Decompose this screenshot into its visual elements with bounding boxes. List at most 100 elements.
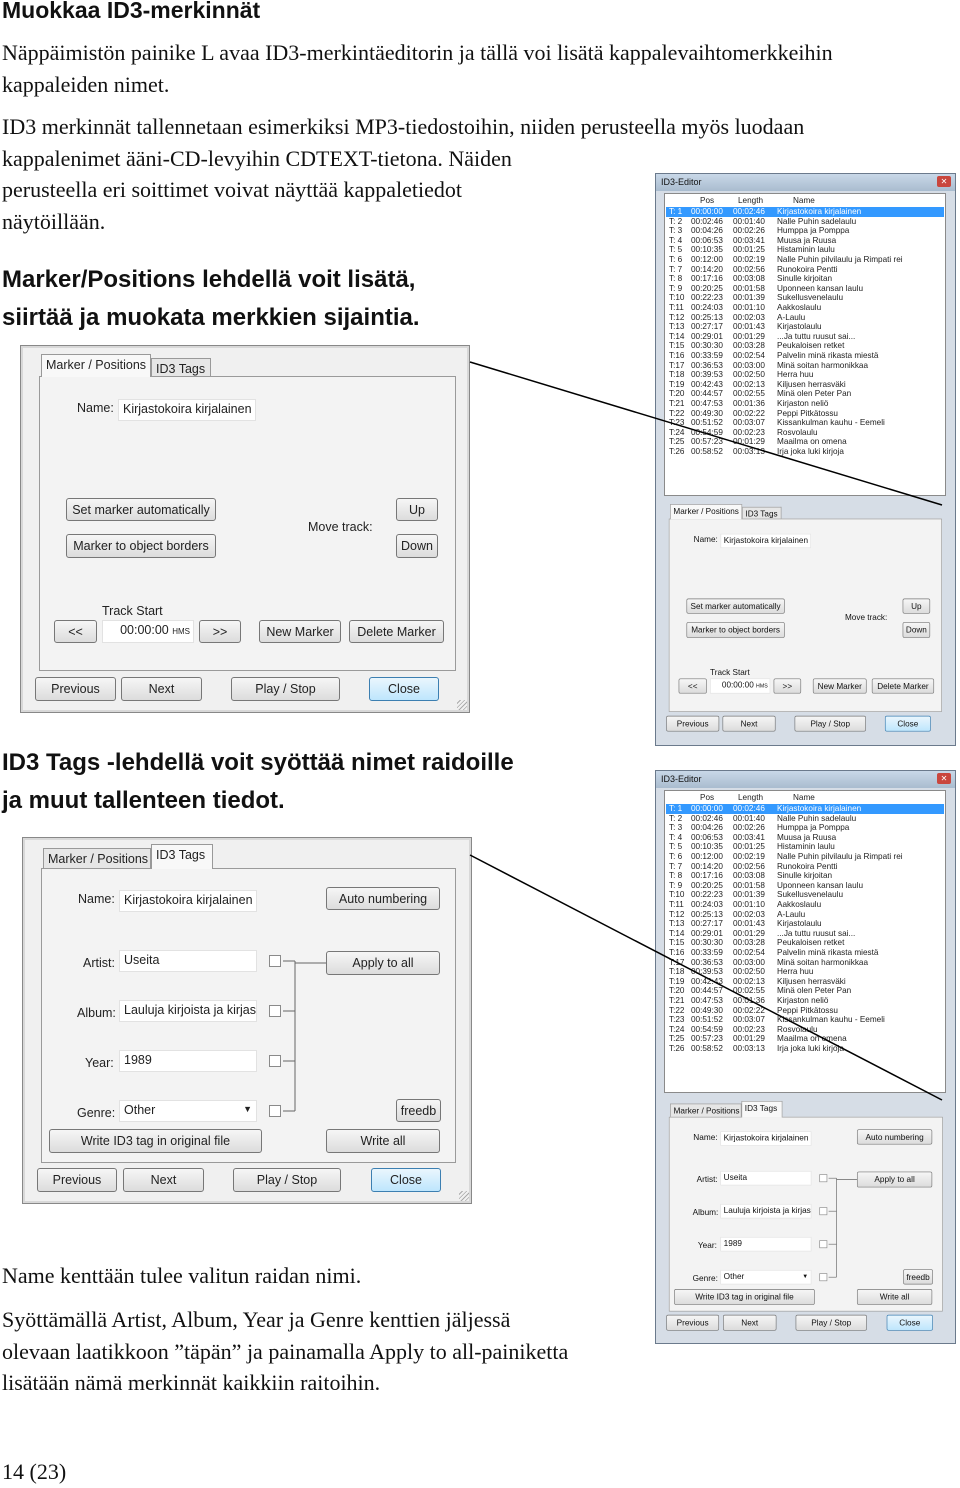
- tab-id3-tags[interactable]: ID3 Tags: [151, 358, 211, 377]
- track-row[interactable]: T:19 00:42:43 00:02:13 Kiljusen herrasväki: [666, 977, 944, 987]
- move-down-button[interactable]: Down: [902, 622, 931, 638]
- year-apply-checkbox[interactable]: [269, 1055, 281, 1067]
- track-row[interactable]: T:21 00:47:53 00:01:36 Kirjaston neliö: [666, 399, 944, 409]
- apply-to-all-button[interactable]: Apply to all: [856, 1171, 933, 1188]
- column-header-pos[interactable]: Pos: [700, 793, 714, 803]
- year-input[interactable]: 1989: [119, 1050, 257, 1072]
- track-row[interactable]: T: 6 00:12:00 00:02:19 Nalle Puhin pilvilau…: [666, 255, 944, 265]
- freedb-button[interactable]: freedb: [396, 1099, 441, 1122]
- close-icon[interactable]: ✕: [937, 773, 951, 784]
- column-header-name[interactable]: Name: [793, 793, 815, 803]
- next-marker-button[interactable]: >>: [199, 620, 241, 643]
- previous-button[interactable]: Previous: [35, 677, 116, 701]
- track-start-input[interactable]: 00:00:00 HMS: [102, 620, 194, 643]
- track-row[interactable]: T:12 00:25:13 00:02:03 A-Laulu: [666, 910, 944, 920]
- track-row[interactable]: T:24 00:54:59 00:02:23 Rosvolaulu: [666, 428, 944, 438]
- track-row[interactable]: T:20 00:44:57 00:02:55 Minä olen Peter Pan: [666, 389, 944, 399]
- next-button[interactable]: Next: [722, 715, 776, 732]
- track-row[interactable]: T: 7 00:14:20 00:02:56 Runokoira Pentti: [666, 265, 944, 275]
- artist-input[interactable]: Useita: [720, 1170, 812, 1186]
- track-row[interactable]: T:10 00:22:23 00:01:39 Sukellusvenelaulu: [666, 293, 944, 303]
- name-input[interactable]: Kirjastokoira kirjalainen: [720, 533, 811, 549]
- album-input[interactable]: Lauluja kirjoista ja kirjasto: [119, 1000, 257, 1022]
- close-button[interactable]: Close: [369, 677, 439, 701]
- genre-select[interactable]: Other ▼: [119, 1100, 257, 1122]
- close-button[interactable]: Close: [886, 1314, 933, 1331]
- track-row[interactable]: T: 5 00:10:35 00:01:25 Histaminin laulu: [666, 245, 944, 255]
- track-row[interactable]: T: 9 00:20:25 00:01:58 Uponneen kansan laul…: [666, 881, 944, 891]
- freedb-button[interactable]: freedb: [903, 1269, 933, 1285]
- track-row[interactable]: T:23 00:51:52 00:03:07 Kissankulman kauhu -…: [666, 1015, 944, 1025]
- play-stop-button[interactable]: Play / Stop: [794, 715, 866, 732]
- previous-marker-button[interactable]: <<: [54, 620, 97, 643]
- write-original-button[interactable]: Write ID3 tag in original file: [674, 1289, 815, 1305]
- genre-apply-checkbox[interactable]: [819, 1273, 828, 1282]
- track-row[interactable]: T:13 00:27:17 00:01:43 Kirjastolaulu: [666, 919, 944, 929]
- previous-button[interactable]: Previous: [37, 1168, 117, 1192]
- track-row[interactable]: T:26 00:58:52 00:03:13 Irja joka luki kirjo…: [666, 1044, 944, 1054]
- write-all-button[interactable]: Write all: [326, 1129, 440, 1153]
- write-original-button[interactable]: Write ID3 tag in original file: [49, 1129, 262, 1153]
- resize-grip[interactable]: [459, 1191, 469, 1201]
- track-row[interactable]: T: 2 00:02:46 00:01:40 Nalle Puhin sadelaul…: [666, 217, 944, 227]
- track-row[interactable]: T:17 00:36:53 00:03:00 Minä soitan harmonik…: [666, 958, 944, 968]
- move-up-button[interactable]: Up: [396, 498, 438, 521]
- track-row[interactable]: T:26 00:58:52 00:03:13 Irja joka luki kirjo…: [666, 447, 944, 457]
- next-button[interactable]: Next: [121, 677, 202, 701]
- artist-apply-checkbox[interactable]: [269, 955, 281, 967]
- delete-marker-button[interactable]: Delete Marker: [871, 678, 935, 694]
- track-row[interactable]: T:14 00:29:01 00:01:29 ...Ja tuttu ruusut s…: [666, 332, 944, 342]
- track-row[interactable]: T: 4 00:06:53 00:03:41 Muusa ja Ruusa: [666, 236, 944, 246]
- auto-numbering-button[interactable]: Auto numbering: [856, 1129, 933, 1145]
- artist-input[interactable]: Useita: [119, 950, 257, 972]
- next-button[interactable]: Next: [723, 1314, 777, 1331]
- track-row[interactable]: T:18 00:39:53 00:02:50 Herra huu: [666, 967, 944, 977]
- album-input[interactable]: Lauluja kirjoista ja kirjasto: [720, 1203, 812, 1219]
- album-apply-checkbox[interactable]: [819, 1207, 828, 1216]
- track-row[interactable]: T: 1 00:00:00 00:02:46 Kirjastokoira kirjal…: [666, 207, 944, 217]
- tab-id3-tags[interactable]: ID3 Tags: [742, 506, 782, 520]
- track-row[interactable]: T:25 00:57:23 00:01:29 Maailma on omena: [666, 1034, 944, 1044]
- track-row[interactable]: T:24 00:54:59 00:02:23 Rosvolaulu: [666, 1025, 944, 1035]
- track-row[interactable]: T:19 00:42:43 00:02:13 Kiljusen herrasväki: [666, 380, 944, 390]
- set-marker-automatically-button[interactable]: Set marker automatically: [686, 598, 785, 614]
- track-row[interactable]: T: 4 00:06:53 00:03:41 Muusa ja Ruusa: [666, 833, 944, 843]
- track-row[interactable]: T:11 00:24:03 00:01:10 Aakkoslaulu: [666, 900, 944, 910]
- year-input[interactable]: 1989: [720, 1236, 812, 1252]
- move-down-button[interactable]: Down: [396, 534, 438, 558]
- play-stop-button[interactable]: Play / Stop: [233, 1168, 341, 1192]
- track-row[interactable]: T: 3 00:04:26 00:02:26 Humppa ja Pomppa: [666, 226, 944, 236]
- track-row[interactable]: T:15 00:30:30 00:03:28 Peukaloisen retket: [666, 341, 944, 351]
- marker-to-object-borders-button[interactable]: Marker to object borders: [686, 622, 785, 638]
- track-row[interactable]: T:22 00:49:30 00:02:22 Peppi Pitkätossu: [666, 409, 944, 419]
- delete-marker-button[interactable]: Delete Marker: [349, 620, 444, 643]
- auto-numbering-button[interactable]: Auto numbering: [326, 887, 440, 910]
- previous-marker-button[interactable]: <<: [678, 678, 707, 694]
- tab-marker-positions[interactable]: Marker / Positions: [43, 848, 151, 869]
- tab-marker-positions[interactable]: Marker / Positions: [670, 504, 743, 520]
- track-row[interactable]: T:18 00:39:53 00:02:50 Herra huu: [666, 370, 944, 380]
- tab-marker-positions[interactable]: Marker / Positions: [670, 1103, 742, 1118]
- resize-grip[interactable]: [457, 700, 467, 710]
- name-input[interactable]: Kirjastokoira kirjalainen: [119, 890, 257, 912]
- name-input[interactable]: Kirjastokoira kirjalainen: [720, 1131, 812, 1146]
- album-apply-checkbox[interactable]: [269, 1005, 281, 1017]
- track-row[interactable]: T:25 00:57:23 00:01:29 Maailma on omena: [666, 437, 944, 447]
- set-marker-automatically-button[interactable]: Set marker automatically: [66, 498, 216, 521]
- artist-apply-checkbox[interactable]: [819, 1174, 828, 1183]
- track-row[interactable]: T:21 00:47:53 00:01:36 Kirjaston neliö: [666, 996, 944, 1006]
- track-row[interactable]: T:12 00:25:13 00:02:03 A-Laulu: [666, 313, 944, 323]
- tab-marker-positions[interactable]: Marker / Positions: [41, 354, 151, 377]
- track-row[interactable]: T:23 00:51:52 00:03:07 Kissankulman kauhu -…: [666, 418, 944, 428]
- track-list[interactable]: Pos Length Name T: 1 00:00:00 00:02:46 Kirjast…: [664, 790, 946, 1093]
- close-button[interactable]: Close: [371, 1168, 441, 1192]
- track-row[interactable]: T: 2 00:02:46 00:01:40 Nalle Puhin sadelaul…: [666, 814, 944, 824]
- track-row[interactable]: T:22 00:49:30 00:02:22 Peppi Pitkätossu: [666, 1006, 944, 1016]
- track-row[interactable]: T: 5 00:10:35 00:01:25 Histaminin laulu: [666, 842, 944, 852]
- close-button[interactable]: Close: [884, 715, 931, 732]
- track-row[interactable]: T: 9 00:20:25 00:01:58 Uponneen kansan laul…: [666, 284, 944, 294]
- track-row[interactable]: T:14 00:29:01 00:01:29 ...Ja tuttu ruusut s…: [666, 929, 944, 939]
- column-header-name[interactable]: Name: [793, 196, 815, 206]
- play-stop-button[interactable]: Play / Stop: [231, 677, 340, 701]
- column-header-length[interactable]: Length: [738, 196, 763, 206]
